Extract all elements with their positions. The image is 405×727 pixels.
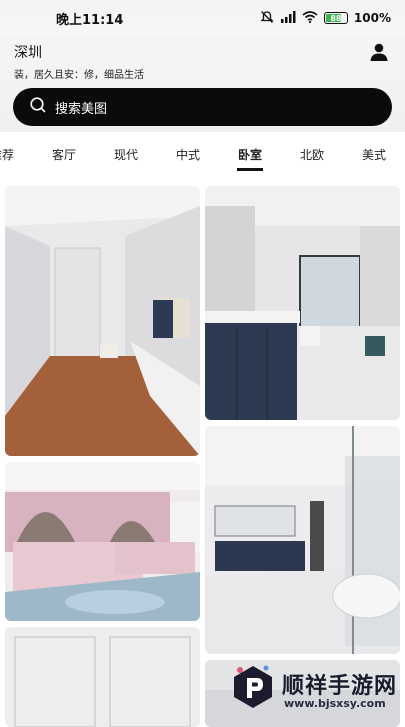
tab-living-room[interactable]: 客厅: [52, 146, 76, 163]
image-card[interactable]: [5, 627, 200, 727]
tab-chinese[interactable]: 中式: [176, 146, 200, 163]
category-tabs: 推荐 客厅 现代 中式 卧室 北欧 美式: [0, 138, 405, 178]
mute-icon: [260, 10, 274, 27]
status-time: 晚上11:14: [56, 12, 124, 28]
user-icon[interactable]: [369, 42, 389, 62]
battery-percent: 100%: [353, 11, 391, 25]
battery-icon: 88: [323, 12, 348, 24]
watermark-url: www.bjsxsy.com: [284, 697, 386, 710]
pink-bedroom-photo: [5, 462, 200, 621]
status-icons: 88 100%: [260, 10, 391, 27]
search-placeholder: 搜索美图: [55, 101, 108, 117]
slogan: 装，居久且安：修，细品生活: [14, 70, 144, 81]
brand-logo-icon: [232, 664, 274, 710]
search-icon: [29, 96, 47, 118]
tab-recommend[interactable]: 推荐: [0, 146, 14, 163]
tab-modern[interactable]: 现代: [114, 146, 138, 163]
bathroom-vanity-photo: [205, 186, 400, 420]
cloakroom-photo: [5, 186, 200, 456]
white-panel-photo: [5, 627, 200, 727]
image-card[interactable]: [205, 186, 400, 420]
watermark-brand: 顺祥手游网: [282, 674, 398, 699]
header: 深圳 装，居久且安：修，细品生活 搜索美图: [0, 36, 405, 132]
tab-american[interactable]: 美式: [362, 146, 386, 163]
active-tab-indicator: [237, 168, 263, 171]
tab-nordic[interactable]: 北欧: [300, 146, 324, 163]
status-bar: 晚上11:14 88 100%: [0, 0, 405, 36]
image-card[interactable]: [205, 426, 400, 654]
signal-icon: [280, 10, 296, 26]
image-card[interactable]: [5, 462, 200, 621]
search-bar[interactable]: 搜索美图: [13, 88, 392, 126]
bathroom-tub-photo: [205, 426, 400, 654]
tab-bedroom[interactable]: 卧室: [238, 146, 262, 163]
city-selector[interactable]: 深圳: [14, 42, 42, 62]
wifi-icon: [302, 10, 318, 26]
image-card[interactable]: [5, 186, 200, 456]
